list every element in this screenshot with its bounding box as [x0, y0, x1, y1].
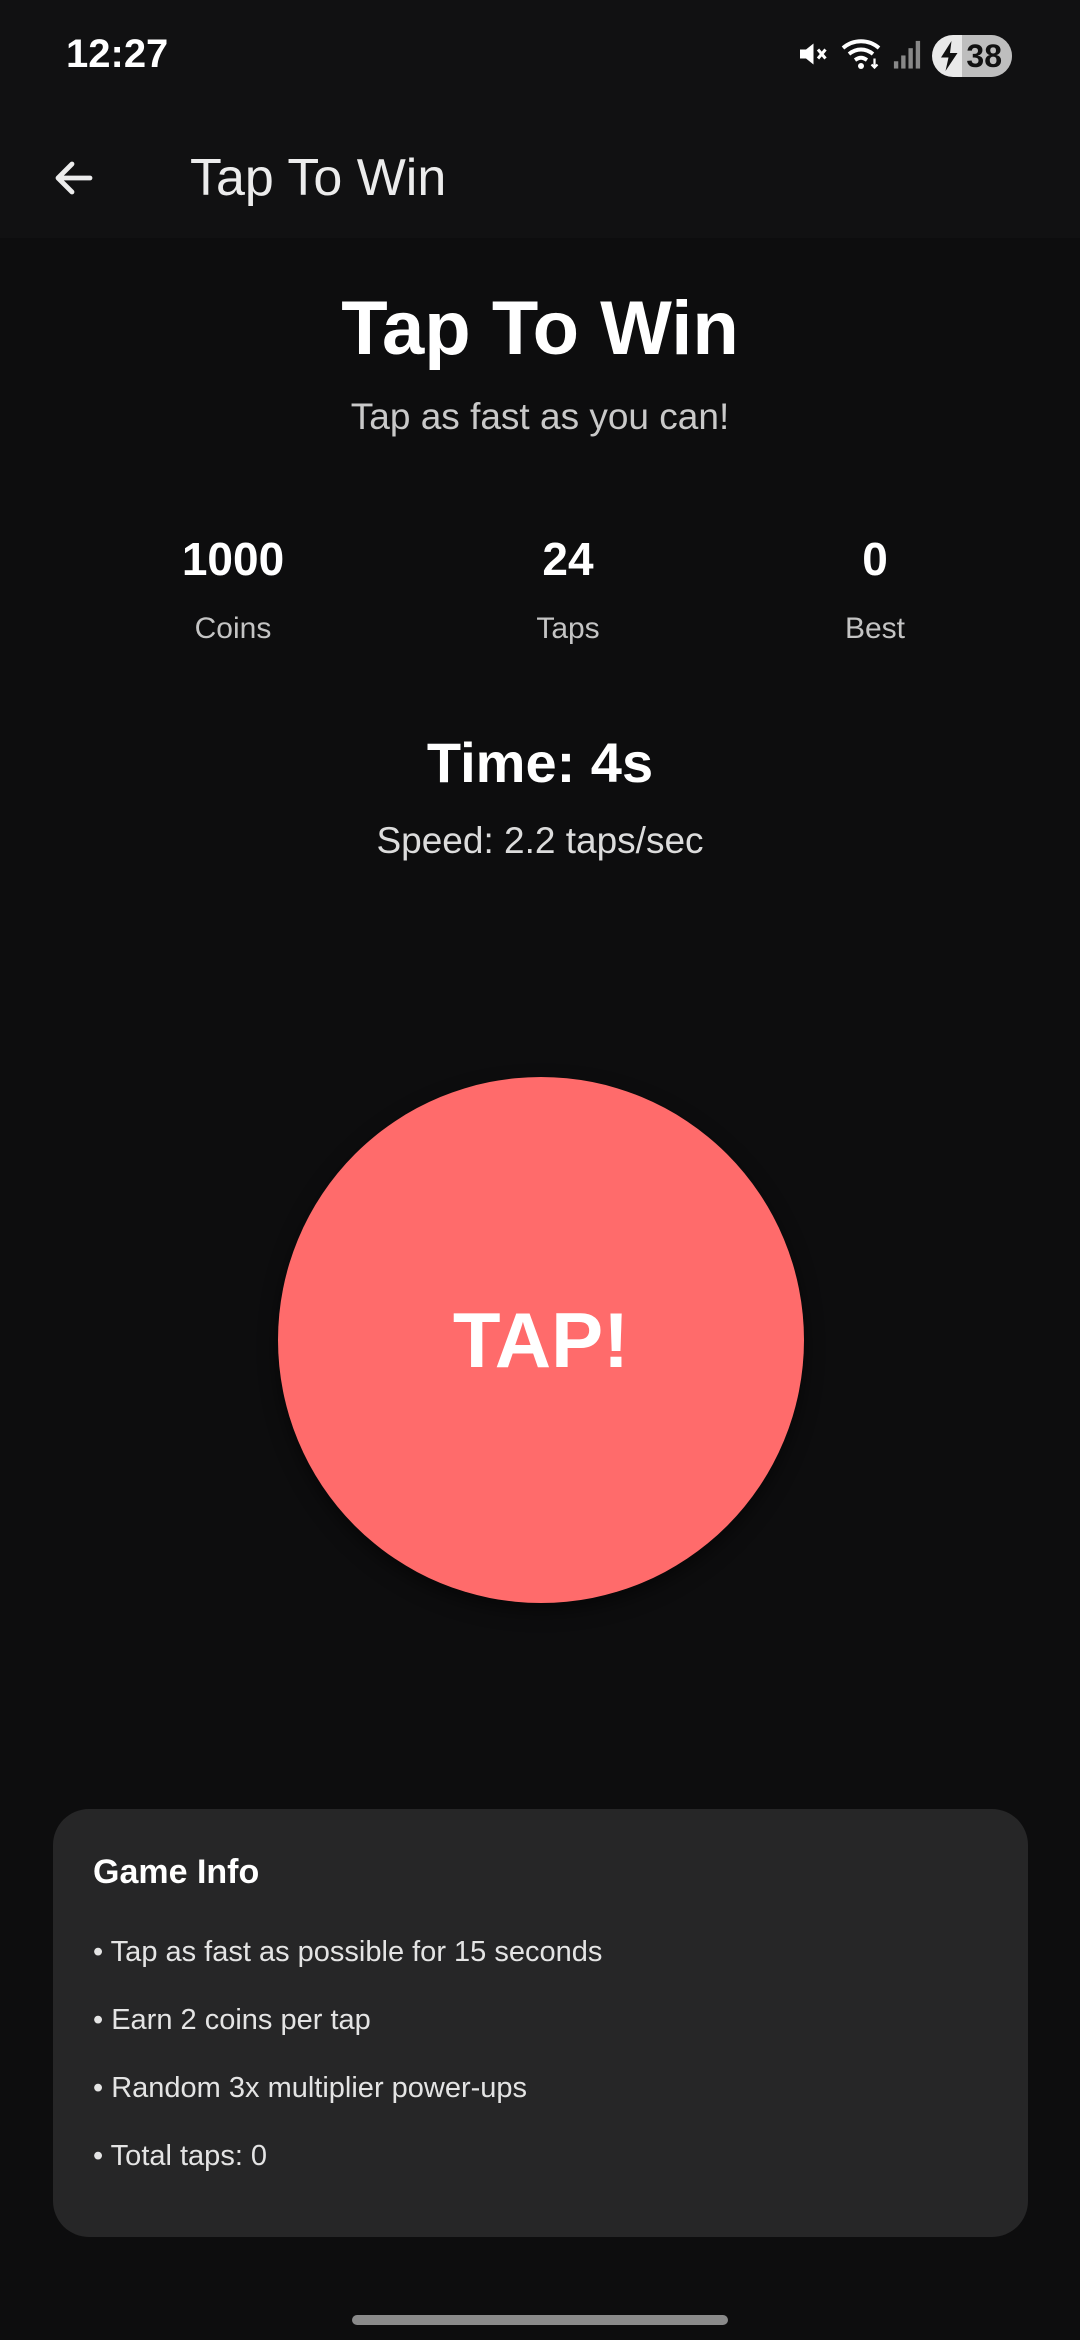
tap-button-label: TAP! — [452, 1295, 630, 1384]
arrow-left-icon — [55, 161, 93, 195]
coins-value: 1000 — [181, 533, 285, 585]
status-bar: 12:27 38 — [0, 0, 1080, 118]
app-bar-title: Tap To Win — [190, 149, 447, 207]
back-button[interactable] — [36, 140, 112, 216]
info-item: • Random 3x multiplier power-ups — [93, 2072, 528, 2104]
status-time: 12:27 — [66, 32, 169, 76]
taps-value: 24 — [542, 533, 594, 585]
stat-coins: 1000 Coins — [83, 532, 383, 646]
tap-speed: Speed: 2.2 taps/sec — [376, 820, 704, 861]
taps-label: Taps — [536, 612, 600, 645]
info-item: • Tap as fast as possible for 15 seconds — [93, 1936, 603, 1968]
game-info-title: Game Info — [93, 1853, 260, 1891]
wifi-icon — [840, 36, 882, 77]
status-icons: 38 — [794, 30, 1012, 82]
info-item: • Earn 2 coins per tap — [93, 2004, 371, 2036]
signal-icon — [892, 38, 922, 75]
tap-button[interactable]: TAP! — [278, 1077, 804, 1603]
game-title: Tap To Win — [341, 286, 739, 371]
battery-level: 38 — [966, 37, 1002, 74]
time-remaining: Time: 4s — [426, 731, 654, 794]
best-label: Best — [844, 612, 906, 645]
info-item: • Total taps: 0 — [93, 2140, 268, 2172]
mute-icon — [794, 36, 830, 77]
battery-charging-icon: 38 — [932, 35, 1012, 77]
game-info-card: Game Info • Tap as fast as possible for … — [53, 1809, 1028, 2237]
app-bar: Tap To Win — [0, 118, 1080, 238]
game-subtitle: Tap as fast as you can! — [350, 396, 730, 437]
home-indicator[interactable] — [352, 2315, 728, 2325]
stat-best: 0 Best — [725, 532, 1025, 646]
coins-label: Coins — [194, 612, 272, 645]
stat-taps: 24 Taps — [418, 532, 718, 646]
best-value: 0 — [862, 533, 888, 585]
